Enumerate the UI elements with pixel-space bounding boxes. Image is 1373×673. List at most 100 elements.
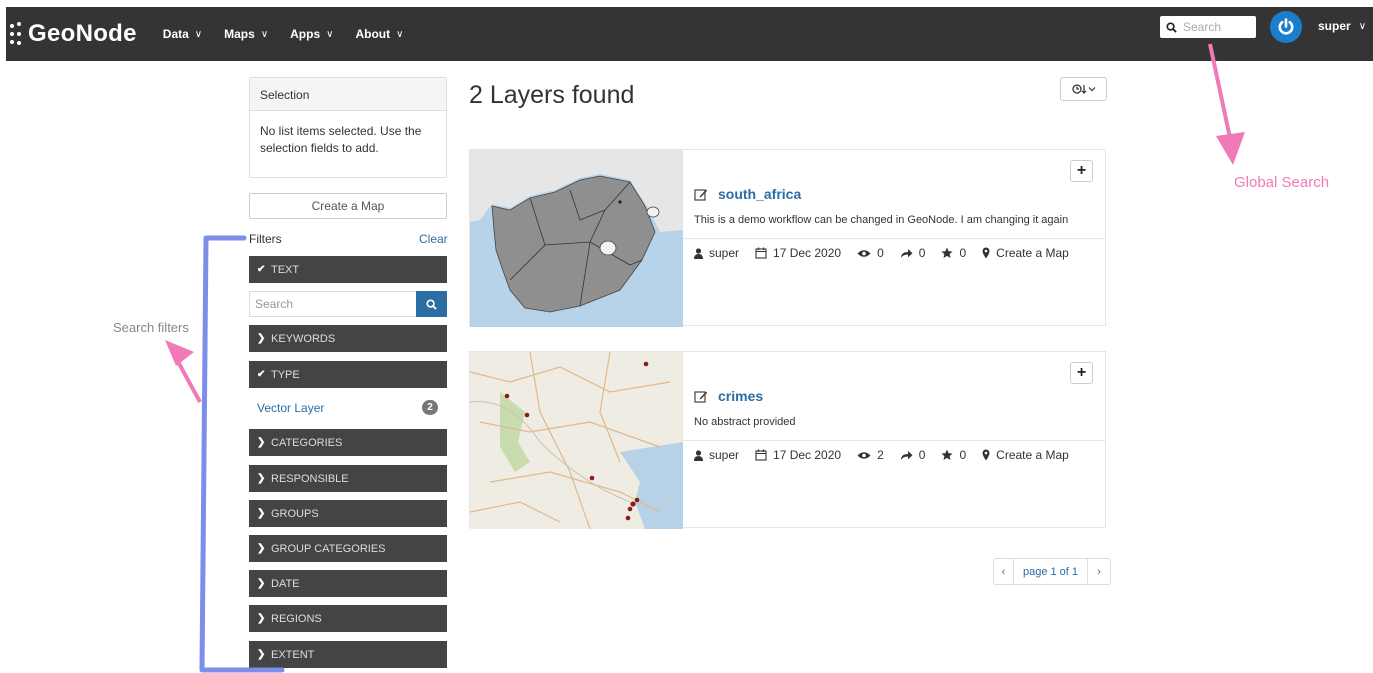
global-search-box [1160,16,1256,38]
chevron-down-icon: ✔ [257,369,266,380]
user-menu[interactable]: super ∨ [1318,19,1366,33]
shares-count: 0 [918,246,926,260]
rating-meta: 0 [941,246,966,260]
card-meta: super 17 Dec 2020 2 0 0 Create a Map [694,448,1085,462]
card-divider [683,440,1105,441]
card-meta: super 17 Dec 2020 0 0 0 Create a Map [694,246,1085,260]
views-count: 0 [877,246,884,260]
share-icon [900,450,913,461]
add-to-selection-button[interactable]: + [1070,362,1093,384]
sort-button[interactable] [1060,77,1107,101]
layer-title-link[interactable]: crimes [718,388,763,404]
chevron-right-icon: ❯ [257,543,266,554]
filters-arrow-annotation [165,340,202,403]
global-search-input[interactable] [1183,20,1247,34]
chevron-right-icon: ❯ [257,578,266,589]
pagination: ‹ page 1 of 1 › [993,558,1111,585]
global-search-annotation-label: Global Search [1234,174,1330,191]
date-meta: 17 Dec 2020 [755,246,841,260]
user-icon [694,449,703,461]
page-indicator: page 1 of 1 [1014,558,1088,585]
calendar-icon [755,449,767,461]
owner-meta[interactable]: super [694,448,739,462]
chevron-down-icon: ∨ [326,28,334,40]
type-vector-layer-link[interactable]: Vector Layer [257,401,324,415]
create-map-link[interactable]: Create a Map [982,246,1069,260]
map-marker-icon [982,247,990,259]
chevron-down-icon: ✔ [257,264,266,275]
views-meta: 2 [857,448,884,462]
avatar[interactable] [1270,11,1302,43]
chevron-right-icon: ❯ [257,613,266,624]
chevron-right-icon: ❯ [257,473,266,484]
shares-meta: 0 [900,448,925,462]
layer-title-link[interactable]: south_africa [718,186,801,202]
search-icon [426,298,437,310]
text-search-input[interactable] [249,291,416,317]
facet-date-label: DATE [271,577,300,590]
calendar-icon [755,247,767,259]
create-map-label: Create a Map [996,448,1069,462]
facet-responsible-label: RESPONSIBLE [271,472,349,485]
nav-about[interactable]: About ∨ [355,27,403,41]
share-icon [900,248,913,259]
facet-groups-label: GROUPS [271,507,319,520]
create-map-link[interactable]: Create a Map [982,448,1069,462]
card-divider [683,238,1105,239]
facet-type[interactable]: ✔ TYPE [249,361,447,388]
next-page-button[interactable]: › [1088,558,1111,585]
facet-keywords[interactable]: ❯ KEYWORDS [249,325,447,352]
create-map-button[interactable]: Create a Map [249,193,447,219]
user-icon [694,247,703,259]
add-to-selection-button[interactable]: + [1070,160,1093,182]
nav-maps-label: Maps [224,27,255,41]
facet-group-categories-label: GROUP CATEGORIES [271,542,386,555]
results-title: 2 Layers found [469,81,635,109]
owner-name: super [709,246,740,260]
star-icon [941,449,954,461]
card-title: crimes [694,388,763,404]
owner-name: super [709,448,740,462]
filters-title: Filters [249,232,282,246]
card-title: south_africa [694,186,801,202]
search-filters-annotation-label: Search filters [113,320,189,335]
layer-thumbnail-crimes[interactable] [470,352,683,529]
nav-maps[interactable]: Maps ∨ [224,27,268,41]
facet-categories[interactable]: ❯ CATEGORIES [249,429,447,456]
layer-thumbnail-south-africa[interactable] [470,150,683,327]
nav-data[interactable]: Data ∨ [163,27,202,41]
text-search-button[interactable] [416,291,447,317]
nav-apps[interactable]: Apps ∨ [290,27,333,41]
selection-panel: Selection No list items selected. Use th… [249,77,447,178]
geonode-logo-icon [8,21,26,47]
nav-about-label: About [355,27,391,41]
owner-meta[interactable]: super [694,246,739,260]
brand[interactable]: GeoNode [8,20,137,48]
chevron-down-icon: ∨ [396,28,404,40]
result-card: + crimes No abstract provided super 17 D… [469,351,1106,529]
facet-responsible[interactable]: ❯ RESPONSIBLE [249,465,447,492]
prev-page-button[interactable]: ‹ [993,558,1014,585]
facet-group-categories[interactable]: ❯ GROUP CATEGORIES [249,535,447,562]
user-name: super [1318,19,1351,33]
date-value: 17 Dec 2020 [773,246,842,260]
create-map-label: Create a Map [996,246,1069,260]
text-search [249,291,447,317]
facet-date[interactable]: ❯ DATE [249,570,447,597]
chevron-down-icon: ∨ [194,28,203,40]
nav-data-label: Data [162,27,189,41]
power-icon [1278,18,1294,35]
facet-extent[interactable]: ❯ EXTENT [249,641,447,668]
clock-sort-icon [1071,84,1095,94]
rating-meta: 0 [941,448,966,462]
chevron-right-icon: ❯ [257,649,266,660]
map-marker-icon [982,449,990,461]
date-meta: 17 Dec 2020 [755,448,841,462]
global-search-arrow-annotation [1208,43,1245,165]
chevron-down-icon: ∨ [1358,20,1367,32]
clear-filters-link[interactable]: Clear [419,232,448,246]
facet-groups[interactable]: ❯ GROUPS [249,500,447,527]
facet-regions[interactable]: ❯ REGIONS [249,605,447,632]
facet-text[interactable]: ✔ TEXT [249,256,447,283]
layer-abstract: This is a demo workflow can be changed i… [694,214,1069,226]
